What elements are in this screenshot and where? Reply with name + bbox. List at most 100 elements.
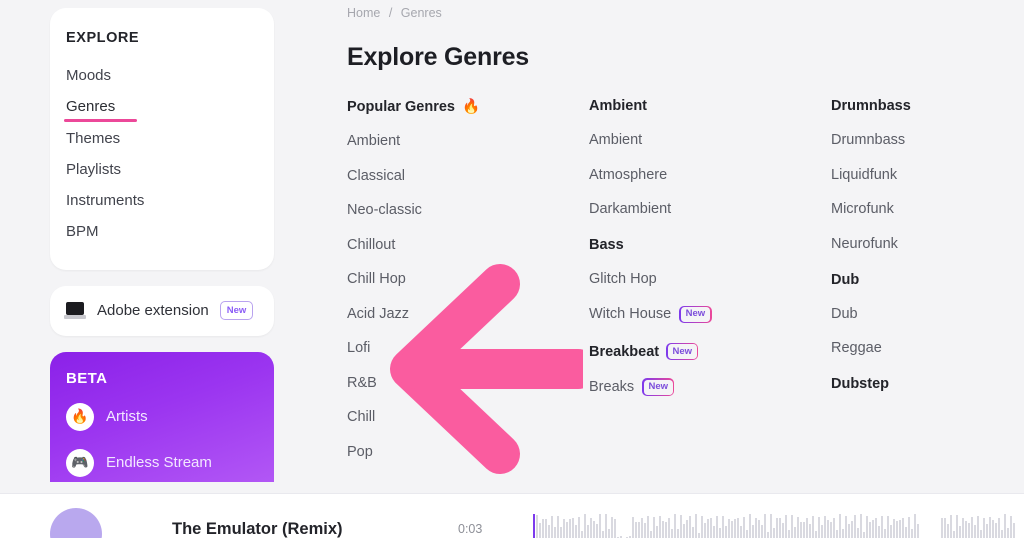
genre-item[interactable]: Microfunk [831, 201, 1024, 217]
genre-item[interactable]: Neurofunk [831, 236, 1024, 252]
waveform-bar [887, 516, 889, 538]
genre-item[interactable]: Ambient [589, 132, 831, 148]
sidebar: EXPLORE Moods Genres Themes Playlists Instru… [50, 0, 274, 482]
waveform-bar [971, 517, 973, 538]
sidebar-item-moods[interactable]: Moods [50, 60, 274, 91]
waveform-bar [764, 514, 766, 538]
genre-item-label: Atmosphere [589, 166, 668, 183]
page-title: Explore Genres [347, 43, 530, 71]
waveform-bar [968, 522, 970, 538]
fire-icon: 🔥 [461, 99, 481, 115]
genre-item-label: Witch House [589, 306, 672, 323]
genre-item[interactable]: Classical [347, 168, 589, 184]
waveform-bar [590, 517, 592, 538]
waveform-bar [905, 527, 907, 538]
sidebar-item-bpm[interactable]: BPM [50, 216, 274, 247]
waveform-bar [653, 517, 655, 538]
waveform-bar [953, 531, 955, 538]
beta-title: BETA [66, 369, 108, 387]
waveform-bar [680, 515, 682, 538]
waveform-bar [548, 524, 550, 538]
beta-item-endless-stream[interactable]: 🎮 Endless Stream [66, 448, 258, 477]
beta-item-label: Endless Stream [106, 454, 212, 471]
waveform-bar [917, 523, 919, 538]
waveform-bar [1004, 514, 1006, 538]
waveform-bar [692, 527, 694, 538]
waveform-bar [881, 515, 883, 538]
adobe-extension-card[interactable]: Adobe extension New [50, 285, 274, 336]
waveform-bar [581, 530, 583, 538]
waveform-bar [824, 516, 826, 538]
genre-item-label: Ambient [589, 132, 643, 148]
waveform-bar [593, 520, 595, 538]
waveform-bar [761, 524, 763, 538]
audio-waveform[interactable] [533, 510, 1016, 538]
genre-item[interactable]: Neo-classic [347, 202, 589, 218]
waveform-bar [845, 515, 847, 538]
waveform-bar [992, 519, 994, 538]
waveform-bar [911, 529, 913, 538]
beta-item-artists[interactable]: 🔥 Artists [66, 402, 258, 431]
genre-item[interactable]: Breaks New [589, 378, 831, 396]
waveform-bar [755, 518, 757, 538]
genre-item[interactable]: Atmosphere [589, 167, 831, 183]
genre-item[interactable]: Acid Jazz [347, 306, 589, 322]
genre-item-label: Neurofunk [831, 235, 898, 252]
sidebar-item-genres[interactable]: Genres [50, 91, 274, 122]
genre-item-label: Acid Jazz [347, 305, 410, 322]
genre-item[interactable]: Dub [831, 306, 1024, 322]
beta-item-label: Artists [106, 408, 148, 425]
genre-item[interactable]: Drumnbass [831, 132, 1024, 148]
waveform-bar [896, 520, 898, 538]
waveform-bar [830, 522, 832, 538]
genre-item[interactable]: Chill [347, 409, 589, 425]
waveform-bar [974, 524, 976, 538]
new-badge: New [666, 342, 699, 361]
waveform-bar [659, 515, 661, 538]
waveform-bar [743, 517, 745, 538]
genre-item[interactable]: R&B [347, 375, 589, 391]
waveform-bar [695, 514, 697, 538]
genre-item[interactable]: Darkambient [589, 201, 831, 217]
adobe-extension-label: Adobe extension [97, 302, 209, 319]
genre-item[interactable]: Glitch Hop [589, 271, 831, 287]
waveform-bar [950, 515, 952, 538]
genre-item-label: Classical [347, 167, 406, 184]
genre-item[interactable]: Chillout [347, 237, 589, 253]
waveform-bar [878, 526, 880, 538]
waveform-bar [746, 529, 748, 538]
waveform-bar [608, 528, 610, 538]
genre-item-label: Dub [831, 305, 858, 322]
waveform-bar [602, 531, 604, 538]
waveform-bar [977, 516, 979, 538]
genre-group-heading: Dub [831, 272, 1024, 288]
sidebar-item-label: Instruments [66, 192, 145, 209]
genre-item[interactable]: Ambient [347, 133, 589, 149]
genre-item[interactable]: Pop [347, 444, 589, 460]
waveform-bar [872, 520, 874, 538]
waveform-bar [1001, 530, 1003, 538]
waveform-bar [812, 516, 814, 538]
genre-item[interactable]: Witch House New [589, 305, 831, 323]
breadcrumb-current[interactable]: Genres [401, 6, 442, 20]
genre-item[interactable]: Reggae [831, 340, 1024, 356]
genre-item[interactable]: Chill Hop [347, 271, 589, 287]
explore-nav-list: Moods Genres Themes Playlists Instruments BPM [50, 60, 274, 248]
genre-item-label: Drumnbass [831, 132, 906, 148]
waveform-bar [803, 522, 805, 538]
waveform-bar [863, 532, 865, 538]
waveform-bar [956, 515, 958, 538]
genre-item[interactable]: Liquidfunk [831, 167, 1024, 183]
waveform-bar [614, 518, 616, 538]
sidebar-item-instruments[interactable]: Instruments [50, 185, 274, 216]
waveform-bar [857, 527, 859, 538]
waveform-bar [674, 514, 676, 538]
sidebar-item-themes[interactable]: Themes [50, 123, 274, 154]
genre-item[interactable]: Lofi [347, 340, 589, 356]
sidebar-item-playlists[interactable]: Playlists [50, 154, 274, 185]
genre-item-label: R&B [347, 374, 377, 391]
genre-column: Popular Genres 🔥 Ambient Classical Neo-class… [347, 98, 589, 480]
breadcrumb-home[interactable]: Home [347, 6, 380, 20]
waveform-bar [650, 530, 652, 538]
waveform-bar [728, 518, 730, 538]
